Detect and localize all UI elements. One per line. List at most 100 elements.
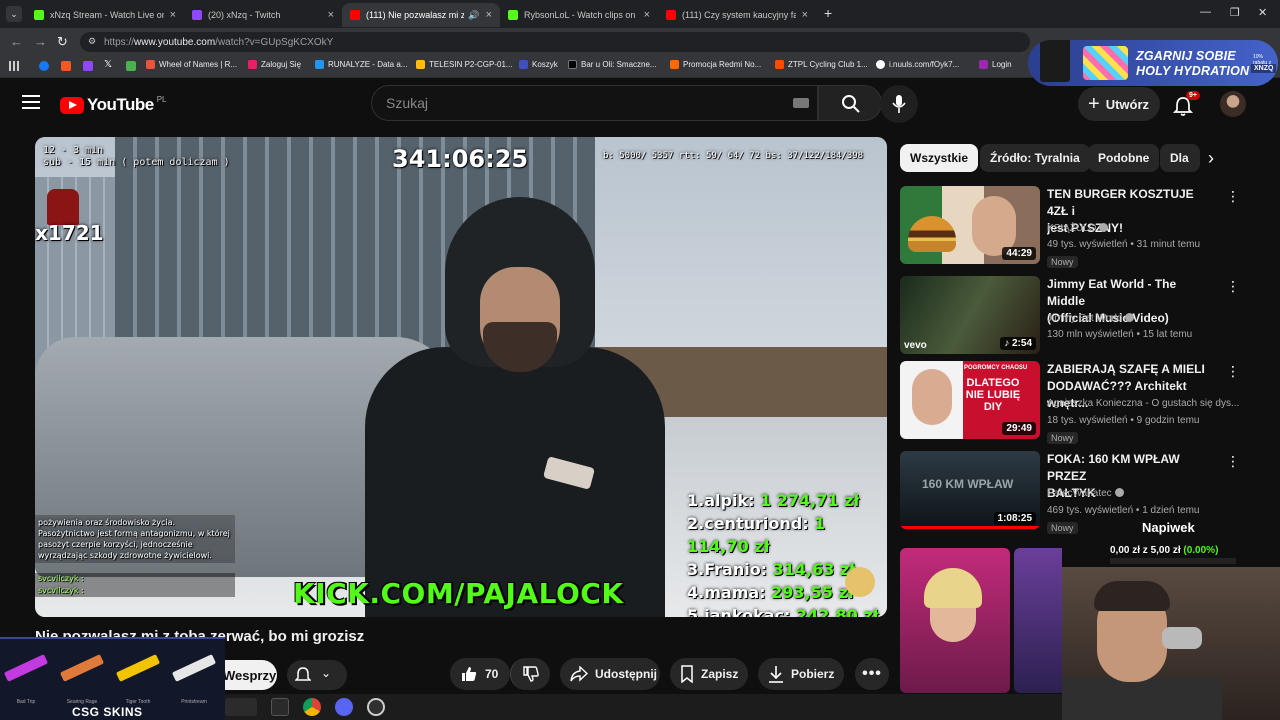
browser-tab-strip: ⌄ xNzq Stream - Watch Live on Kick × (20… xyxy=(0,0,1280,28)
bookmark-nuuls[interactable]: i.nuuls.com/fOyk7... xyxy=(876,60,959,69)
recommendation-thumbnail[interactable]: 160 KM WPŁAW 1:08:25 xyxy=(900,451,1040,529)
back-arrow-icon[interactable]: ← xyxy=(10,34,23,49)
chip-source-tyralnia[interactable]: Źródło: Tyralnia xyxy=(980,144,1090,172)
save-button[interactable]: Zapisz xyxy=(670,658,748,690)
dislike-button[interactable] xyxy=(510,658,550,690)
obs-taskbar-icon[interactable] xyxy=(367,698,385,716)
bookmark-telesin[interactable]: TELESIN P2-CGP-01... xyxy=(416,60,513,69)
overlay-chat-users: svcvllczyk : svcvllczyk : xyxy=(35,573,235,597)
audio-playing-icon[interactable]: 🔊 xyxy=(468,10,479,21)
reload-icon[interactable]: ↻ xyxy=(57,34,68,50)
bookmark-icon-green[interactable] xyxy=(126,61,136,71)
discord-taskbar-icon[interactable] xyxy=(335,698,353,716)
bookmark-runalyze[interactable]: RUNALYZE - Data a... xyxy=(315,60,407,69)
close-tab-icon[interactable]: × xyxy=(328,9,334,21)
video-duration: ♪ 2:54 xyxy=(1000,337,1036,350)
bookmark-icon-orange[interactable] xyxy=(61,61,71,71)
hair-graphic xyxy=(924,568,982,608)
apps-grid-icon[interactable] xyxy=(9,61,19,71)
search-input[interactable]: Szukaj xyxy=(371,85,818,121)
recommendation-channel[interactable]: Jimmy Eat World xyxy=(1047,313,1135,324)
youtube-logo[interactable]: YouTube PL xyxy=(60,95,167,115)
url-host: www.youtube.com xyxy=(134,36,216,48)
like-button[interactable]: 70 xyxy=(450,658,510,690)
recommendation-thumbnail-partial[interactable] xyxy=(900,548,1062,693)
chip-related[interactable]: Podobne xyxy=(1088,144,1160,172)
skin-name: Printstream xyxy=(181,699,207,705)
title-line: ZABIERAJĄ SZAFĘ A MIELI xyxy=(1047,362,1205,376)
tab-search-dropdown[interactable]: ⌄ xyxy=(6,6,22,22)
forward-arrow-icon[interactable]: → xyxy=(34,34,47,49)
more-vertical-icon[interactable]: ⋮ xyxy=(1226,363,1240,380)
create-button[interactable]: + Utwórz xyxy=(1078,87,1160,121)
account-avatar[interactable] xyxy=(1220,91,1246,117)
bookmark-koszyk[interactable]: Koszyk xyxy=(519,60,558,69)
close-tab-icon[interactable]: × xyxy=(170,9,176,21)
create-label: Utwórz xyxy=(1105,96,1150,112)
hamburger-menu-icon[interactable] xyxy=(22,95,40,109)
tiktok-favicon-icon xyxy=(568,60,577,69)
bookmark-bar-u-oli[interactable]: Bar u Oli: Smaczne... xyxy=(568,60,657,69)
bookmark-ztpl-cycling[interactable]: ZTPL Cycling Club 1... xyxy=(775,60,868,69)
recommendation-channel[interactable]: Agnieszka Konieczna - O gustach się dys.… xyxy=(1047,398,1239,409)
stream-timer: 341:06:25 xyxy=(392,145,529,173)
more-vertical-icon[interactable]: ⋮ xyxy=(1226,188,1240,205)
browser-tab-youtube-active[interactable]: (111) Nie pozwalasz mi z to 🔊 × xyxy=(342,3,500,27)
recommendation-thumbnail[interactable]: POGROMCY CHAOSU DLATEGO NIE LUBIĘ DIY 29… xyxy=(900,361,1040,439)
facebook-bookmark-icon[interactable] xyxy=(39,61,49,71)
browser-tab-twitch[interactable]: (20) xNzq - Twitch × xyxy=(184,3,342,27)
recommendation-thumbnail[interactable]: vevo ♪ 2:54 xyxy=(900,276,1040,354)
browser-tab-kick-xnzq[interactable]: xNzq Stream - Watch Live on Kick × xyxy=(26,3,184,27)
more-actions-button[interactable]: ••• xyxy=(855,658,889,690)
stream-overlay-info: 12 - 3 min sub - 15 min ( potem doliczam… xyxy=(43,145,230,169)
download-button[interactable]: Pobierz xyxy=(758,658,844,690)
bookmark-wheel-of-names[interactable]: Wheel of Names | R... xyxy=(146,60,237,69)
address-bar[interactable]: ⚙ https://www.youtube.com/watch?v=GUpSgK… xyxy=(80,32,1030,52)
video-duration: 1:08:25 xyxy=(993,512,1036,525)
bookmark-redmi[interactable]: Promocja Redmi No... xyxy=(670,60,761,69)
recommendation-channel[interactable]: KSIĄŻULO xyxy=(1047,223,1109,234)
close-tab-icon[interactable]: × xyxy=(802,9,808,21)
twitch-bookmark-icon[interactable] xyxy=(83,61,93,71)
bookmark-label: RUNALYZE - Data a... xyxy=(328,60,408,69)
chip-for-you[interactable]: Dla xyxy=(1160,144,1200,172)
bookmark-icon xyxy=(681,665,693,683)
chevron-right-icon[interactable]: › xyxy=(1208,148,1214,169)
terminal-taskbar-icon[interactable] xyxy=(271,698,289,716)
bookmark-label: Koszyk xyxy=(532,60,558,69)
close-tab-icon[interactable]: × xyxy=(644,9,650,21)
search-icon xyxy=(842,95,860,113)
search-field-taskbar[interactable] xyxy=(225,698,257,716)
knife-icon xyxy=(115,654,161,682)
share-button[interactable]: Udostępnij xyxy=(560,658,660,690)
chrome-taskbar-icon[interactable] xyxy=(303,698,321,716)
new-tab-button[interactable]: + xyxy=(824,5,832,21)
browser-tab-youtube-2[interactable]: (111) Czy system kaucyjny fakty × xyxy=(658,3,816,27)
search-button[interactable] xyxy=(818,85,882,121)
browser-tab-kick-rybson[interactable]: RybsonLoL - Watch clips on Kick × xyxy=(500,3,658,27)
bell-icon xyxy=(295,667,311,681)
recommendation-thumbnail[interactable]: 44:29 xyxy=(900,186,1040,264)
notification-settings-button[interactable]: ⌄ xyxy=(287,660,347,690)
minimize-window-icon[interactable]: — xyxy=(1200,6,1211,18)
csgo-skins-banner[interactable]: Bad Trip Searing Rage Tiger Tooth Prints… xyxy=(0,637,225,720)
restore-window-icon[interactable]: ❐ xyxy=(1230,6,1240,19)
recommendation-channel[interactable]: PatecWariatec xyxy=(1047,488,1124,499)
vevo-label: vevo xyxy=(904,340,927,351)
youtube-wordmark: YouTube xyxy=(87,95,154,114)
voice-search-button[interactable] xyxy=(880,85,918,123)
music-note-icon: ♪ xyxy=(1004,338,1012,349)
more-vertical-icon[interactable]: ⋮ xyxy=(1226,453,1240,470)
chip-all[interactable]: Wszystkie xyxy=(900,144,979,172)
site-info-icon[interactable]: ⚙ xyxy=(88,36,96,47)
bookmark-login[interactable]: Login xyxy=(979,60,1012,69)
youtube-header: YouTube PL Szukaj + Utwórz 9+ xyxy=(0,79,1280,131)
holy-hydration-ad-overlay[interactable]: ZGARNIJ SOBIE HOLY HYDRATION 10% rabatu … xyxy=(1028,40,1278,86)
x-bookmark-icon[interactable]: 𝕏 xyxy=(104,59,112,70)
close-tab-icon[interactable]: × xyxy=(486,9,492,21)
close-window-icon[interactable]: ✕ xyxy=(1258,6,1267,19)
more-vertical-icon[interactable]: ⋮ xyxy=(1226,278,1240,295)
bookmark-zaloguj[interactable]: Zaloguj Się xyxy=(248,60,301,69)
video-player[interactable]: 12 - 3 min sub - 15 min ( potem doliczam… xyxy=(35,137,887,617)
keyboard-icon[interactable] xyxy=(793,98,809,108)
